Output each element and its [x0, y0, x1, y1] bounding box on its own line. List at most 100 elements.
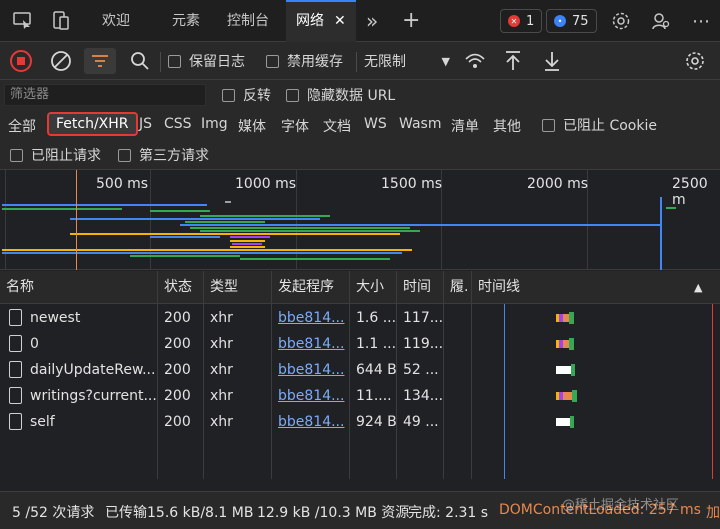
- column-waterfall[interactable]: 时间线: [472, 271, 520, 304]
- search-icon[interactable]: [130, 48, 150, 74]
- request-time: 49 ...: [403, 414, 439, 430]
- import-har-icon[interactable]: [504, 48, 522, 74]
- checkbox-box: [266, 54, 279, 68]
- type-fetch-xhr[interactable]: Fetch/XHR: [47, 112, 138, 136]
- request-name: dailyUpdateRew...: [30, 362, 156, 378]
- device-emulation-icon[interactable]: [48, 8, 74, 34]
- request-size: 644 B: [356, 362, 396, 378]
- invert-label: 反转: [243, 88, 271, 104]
- third-party-checkbox[interactable]: 第三方请求: [118, 142, 209, 168]
- request-type: xhr: [210, 388, 233, 404]
- third-party-label: 第三方请求: [139, 148, 209, 164]
- disable-cache-label: 禁用缓存: [287, 54, 343, 70]
- messages-badge[interactable]: • 75: [546, 9, 597, 33]
- network-settings-gear-icon[interactable]: [684, 48, 706, 74]
- hide-data-urls-checkbox[interactable]: 隐藏数据 URL: [286, 82, 395, 108]
- request-status: 200: [164, 414, 191, 430]
- table-row[interactable]: writings?current... 200 xhr bbe814... 11…: [0, 383, 720, 409]
- column-status[interactable]: 状态: [158, 271, 192, 304]
- error-icon: ✕: [508, 15, 520, 27]
- errors-badge[interactable]: ✕ 1: [500, 9, 543, 33]
- waterfall-bar: [556, 364, 575, 376]
- tab-welcome[interactable]: 欢迎: [102, 0, 130, 42]
- tab-network-label: 网络: [296, 13, 324, 29]
- column-initiator[interactable]: 发起程序: [272, 271, 334, 304]
- request-initiator-link[interactable]: bbe814...: [272, 357, 348, 383]
- network-overview[interactable]: 500 ms 1000 ms 1500 ms 2000 ms 2500 m: [0, 170, 720, 270]
- preserve-log-checkbox[interactable]: 保留日志: [168, 48, 245, 74]
- type-manifest[interactable]: 清单: [451, 116, 479, 136]
- more-options-icon[interactable]: ⋯: [688, 8, 714, 34]
- request-initiator-link[interactable]: bbe814...: [272, 305, 348, 331]
- invert-checkbox[interactable]: 反转: [222, 82, 271, 108]
- throttling-select[interactable]: 无限制 ▼: [364, 48, 450, 74]
- type-img[interactable]: Img: [201, 116, 228, 132]
- type-media[interactable]: 媒体: [238, 116, 266, 136]
- add-tab-icon[interactable]: +: [402, 0, 420, 42]
- export-har-icon[interactable]: [543, 48, 561, 74]
- overview-waterfall: [2, 170, 676, 270]
- type-font[interactable]: 字体: [281, 116, 309, 136]
- network-conditions-icon[interactable]: [464, 48, 486, 74]
- message-icon: •: [554, 15, 566, 27]
- waterfall-bar: [556, 416, 574, 428]
- more-tabs-icon[interactable]: »: [366, 0, 378, 42]
- type-ws[interactable]: WS: [364, 116, 387, 132]
- request-name: self: [30, 414, 55, 430]
- request-status: 200: [164, 336, 191, 352]
- customize-devtools-icon[interactable]: [648, 8, 674, 34]
- request-status: 200: [164, 362, 191, 378]
- request-initiator-link[interactable]: bbe814...: [272, 331, 348, 357]
- request-name: newest: [30, 310, 81, 326]
- table-row[interactable]: 0 200 xhr bbe814... 1.1 ... 119...: [0, 331, 720, 357]
- filter-toggle-icon[interactable]: [84, 48, 116, 74]
- type-css[interactable]: CSS: [164, 116, 192, 132]
- file-icon: [9, 309, 22, 326]
- errors-count: 1: [526, 13, 535, 29]
- clear-icon[interactable]: [50, 48, 72, 74]
- table-row[interactable]: self 200 xhr bbe814... 924 B 49 ...: [0, 409, 720, 435]
- type-other[interactable]: 其他: [493, 116, 521, 136]
- request-name: writings?current...: [30, 388, 156, 404]
- tab-console[interactable]: 控制台: [227, 0, 269, 42]
- divider: [160, 52, 161, 72]
- column-name[interactable]: 名称: [0, 271, 34, 304]
- type-all[interactable]: 全部: [8, 116, 36, 136]
- request-time: 134...: [403, 388, 443, 404]
- type-js[interactable]: JS: [139, 116, 152, 132]
- checkbox-box: [118, 148, 131, 162]
- request-time: 52 ...: [403, 362, 439, 378]
- close-tab-icon[interactable]: ✕: [334, 13, 346, 29]
- inspect-element-icon[interactable]: [10, 8, 36, 34]
- sort-ascending-icon[interactable]: ▲: [688, 271, 702, 304]
- column-time[interactable]: 时间: [397, 271, 431, 304]
- request-initiator-link[interactable]: bbe814...: [272, 383, 348, 409]
- table-row[interactable]: dailyUpdateRew... 200 xhr bbe814... 644 …: [0, 357, 720, 383]
- waterfall-bar: [556, 338, 574, 350]
- waterfall-bar: [556, 312, 574, 324]
- finish-time: 完成: 2.31 s: [408, 505, 489, 521]
- settings-gear-icon[interactable]: [608, 8, 634, 34]
- disable-cache-checkbox[interactable]: 禁用缓存: [266, 48, 343, 74]
- network-status-bar: 5 /52 次请求 已传输15.6 kB/8.1 MB 12.9 kB /10.…: [0, 491, 720, 529]
- transferred-size: 已传输15.6 kB/8.1 MB: [105, 505, 254, 521]
- type-doc[interactable]: 文档: [323, 116, 351, 136]
- filter-input[interactable]: 筛选器: [4, 84, 206, 106]
- column-size[interactable]: 大小: [350, 271, 384, 304]
- tab-network[interactable]: 网络 ✕: [286, 0, 356, 42]
- table-row[interactable]: newest 200 xhr bbe814... 1.6 ... 117...: [0, 305, 720, 331]
- request-initiator-link[interactable]: bbe814...: [272, 409, 348, 435]
- request-size: 1.6 ...: [356, 310, 396, 326]
- record-button[interactable]: [8, 48, 34, 74]
- column-type[interactable]: 类型: [204, 271, 238, 304]
- request-type: xhr: [210, 362, 233, 378]
- type-wasm[interactable]: Wasm: [399, 116, 441, 132]
- column-fulfilled[interactable]: 履.: [444, 271, 468, 304]
- table-header: 名称 状态 类型 发起程序 大小 时间 履. 时间线 ▲: [0, 271, 720, 304]
- request-size: 11....: [356, 388, 392, 404]
- blocked-cookies-checkbox[interactable]: 已阻止 Cookie: [542, 112, 657, 138]
- tab-elements[interactable]: 元素: [172, 0, 200, 42]
- blocked-requests-checkbox[interactable]: 已阻止请求: [10, 142, 101, 168]
- request-count: 5 /52 次请求: [12, 505, 95, 521]
- divider: [356, 52, 357, 72]
